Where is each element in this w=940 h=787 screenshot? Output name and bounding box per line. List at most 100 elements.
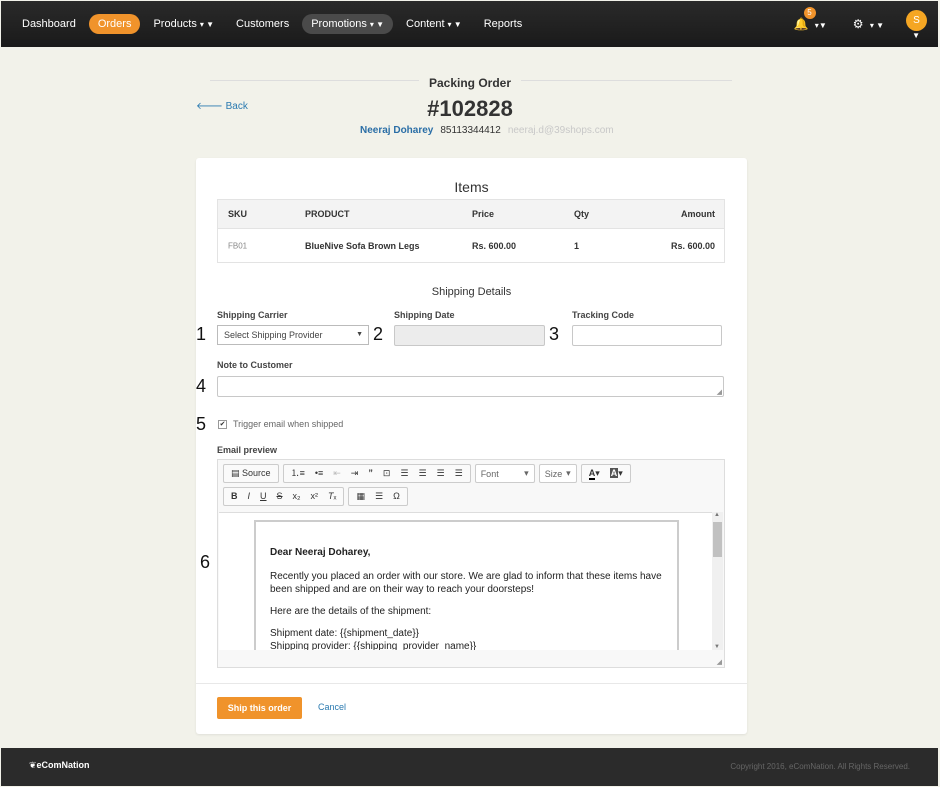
- trigger-email-checkbox[interactable]: ✔: [218, 420, 227, 429]
- superscript-icon[interactable]: x²: [306, 488, 324, 505]
- toolbar-group-colors: A▾ A▾: [580, 464, 631, 483]
- justify-icon[interactable]: ☰: [450, 465, 468, 482]
- annotation-number: 2: [373, 324, 384, 344]
- bold-icon[interactable]: B: [226, 488, 243, 505]
- customer-email: neeraj.d@39shops.com: [507, 125, 614, 136]
- shipping-heading: Shipping Details: [431, 286, 512, 298]
- page-title-text: Packing Order: [418, 76, 522, 90]
- editor-toolbar-row-1: ▤ Source ⒈≡ •≡ ⇤ ⇥ ” ⊡ ☰ ☰ ☰ ☰ Font ▾ Siz…: [223, 464, 631, 483]
- indent-icon[interactable]: ⇥: [346, 465, 364, 482]
- italic-icon[interactable]: I: [243, 488, 256, 505]
- customer-name-link[interactable]: Neeraj Doharey: [360, 125, 433, 136]
- footer-logo-text: eComNation: [36, 760, 90, 770]
- email-greeting: Dear Neeraj Doharey,: [270, 547, 371, 558]
- order-number: #102828: [427, 96, 513, 121]
- nav-dashboard[interactable]: Dashboard: [13, 14, 85, 34]
- col-qty: Qty: [574, 209, 590, 219]
- align-left-icon[interactable]: ☰: [395, 465, 413, 482]
- chevron-down-icon[interactable]: ▼: [912, 31, 920, 40]
- bulleted-list-icon[interactable]: •≡: [310, 465, 328, 482]
- subscript-icon[interactable]: x₂: [288, 488, 306, 505]
- shipping-date-input[interactable]: [394, 325, 545, 346]
- nav-content-label: Content: [406, 18, 445, 30]
- align-right-icon[interactable]: ☰: [432, 465, 450, 482]
- horizontal-line-icon[interactable]: ☰: [370, 488, 388, 505]
- source-button[interactable]: ▤ Source: [226, 465, 276, 482]
- nav-reports[interactable]: Reports: [475, 14, 532, 34]
- packing-card: Items SKU PRODUCT Price Qty Amount FB01 …: [196, 158, 747, 734]
- notification-badge: 5: [803, 7, 816, 19]
- editor-content-area[interactable]: Dear Neeraj Doharey, Recently you placed…: [219, 512, 713, 650]
- special-char-icon[interactable]: Ω: [388, 488, 405, 505]
- table-header: SKU PRODUCT Price Qty Amount: [218, 200, 724, 228]
- resize-grip-icon[interactable]: ◢: [717, 388, 722, 396]
- email-shipment-date: Shipment date: {{shipment_date}}: [270, 628, 420, 639]
- annotation-number: 5: [196, 414, 207, 434]
- blockquote-icon[interactable]: ”: [363, 465, 378, 482]
- gear-icon: ⚙: [852, 17, 864, 31]
- tracking-code-input[interactable]: [572, 325, 722, 346]
- nav-promotions[interactable]: Promotions ▾ ▼: [302, 14, 394, 34]
- align-center-icon[interactable]: ☰: [413, 465, 431, 482]
- leaf-icon: ❦: [29, 760, 37, 770]
- text-color-icon[interactable]: A▾: [584, 465, 605, 482]
- email-paragraph: Recently you placed an order with our st…: [270, 571, 662, 595]
- numbered-list-icon[interactable]: ⒈≡: [286, 465, 310, 482]
- ship-order-button[interactable]: Ship this order: [217, 697, 302, 719]
- chevron-down-icon: ▾: [566, 468, 571, 478]
- cancel-link[interactable]: Cancel: [318, 702, 346, 712]
- note-to-customer-textarea[interactable]: ◢: [217, 376, 724, 397]
- cell-sku: FB01: [228, 241, 248, 251]
- nav-products-label: Products: [153, 18, 197, 30]
- page-title: Packing Order: [0, 76, 940, 90]
- nav-promotions-label: Promotions: [311, 18, 367, 30]
- strikethrough-icon[interactable]: S: [272, 488, 288, 505]
- editor-scrollbar[interactable]: ▲ ▼: [712, 512, 723, 650]
- chevron-down-icon: ▾ ▼: [869, 21, 884, 30]
- email-shipping-provider: Shipping provider: {{shipping_provider_n…: [270, 641, 477, 650]
- divider: [196, 683, 747, 684]
- shipping-date-label: Shipping Date: [394, 310, 455, 320]
- shipping-carrier-label: Shipping Carrier: [217, 310, 288, 320]
- email-paragraph: Here are the details of the shipment:: [270, 606, 432, 617]
- annotation-number: 1: [196, 324, 207, 344]
- col-price: Price: [472, 209, 495, 219]
- shipping-carrier-select[interactable]: Select Shipping Provider ▼: [217, 325, 369, 345]
- scroll-up-icon[interactable]: ▲: [714, 512, 720, 518]
- cell-amount: Rs. 600.00: [670, 241, 715, 251]
- note-to-customer-label: Note to Customer: [217, 360, 293, 370]
- nav-customers[interactable]: Customers: [227, 14, 298, 34]
- table-icon[interactable]: ▦: [351, 488, 370, 505]
- email-preview-label: Email preview: [217, 445, 278, 455]
- shipping-carrier-value: Select Shipping Provider: [224, 330, 323, 340]
- outdent-icon[interactable]: ⇤: [328, 465, 346, 482]
- cell-price: Rs. 600.00: [472, 241, 517, 251]
- nav-products[interactable]: Products ▾ ▼: [144, 14, 223, 34]
- underline-icon[interactable]: U: [255, 488, 272, 505]
- toolbar-group-basicstyles: B I U S x₂ x² Tₓ: [223, 487, 345, 506]
- chevron-down-icon: ▾: [524, 468, 529, 478]
- font-select[interactable]: Font ▾: [474, 464, 535, 483]
- scrollbar-thumb[interactable]: [713, 522, 722, 557]
- avatar[interactable]: S: [906, 9, 927, 31]
- cell-qty: 1: [574, 241, 580, 251]
- items-heading: Items: [454, 179, 489, 195]
- background-color-icon[interactable]: A▾: [605, 465, 628, 482]
- annotation-number: 4: [196, 376, 207, 396]
- table-row: FB01 BlueNive Sofa Brown Legs Rs. 600.00…: [218, 228, 724, 263]
- div-container-icon[interactable]: ⊡: [378, 465, 396, 482]
- cell-product: BlueNive Sofa Brown Legs: [305, 241, 420, 251]
- remove-format-icon[interactable]: Tₓ: [323, 488, 341, 505]
- nav-orders[interactable]: Orders: [88, 14, 141, 34]
- tracking-code-label: Tracking Code: [572, 310, 635, 320]
- chevron-down-icon: ▼: [356, 331, 363, 338]
- size-select-label: Size: [544, 468, 563, 479]
- email-editor: ▤ Source ⒈≡ •≡ ⇤ ⇥ ” ⊡ ☰ ☰ ☰ ☰ Font ▾ Siz…: [217, 459, 725, 668]
- settings-button[interactable]: ⚙ ▾ ▼: [853, 17, 884, 31]
- nav-content[interactable]: Content ▾ ▼: [397, 14, 471, 34]
- resize-grip-icon[interactable]: ◢: [717, 658, 722, 666]
- size-select[interactable]: Size ▾: [538, 464, 577, 483]
- annotation-number: 3: [549, 324, 560, 344]
- scroll-down-icon[interactable]: ▼: [714, 644, 720, 650]
- notifications-button[interactable]: 🔔 5 ▾▼: [794, 7, 827, 31]
